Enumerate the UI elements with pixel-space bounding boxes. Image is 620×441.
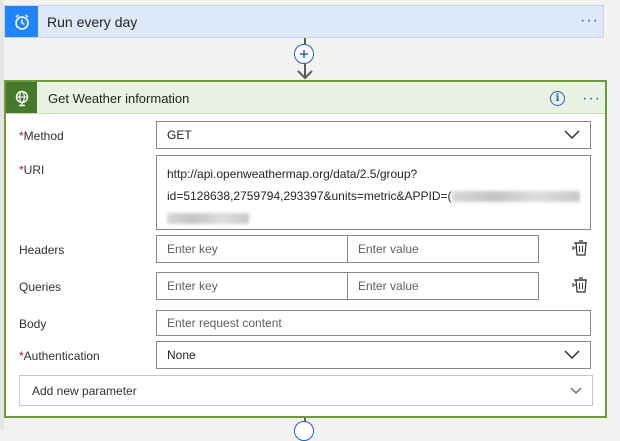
uri-input[interactable]: http://api.openweathermap.org/data/2.5/g… — [156, 155, 591, 230]
method-dropdown[interactable]: GET — [156, 121, 591, 149]
globe-icon — [6, 82, 37, 113]
action-card-header[interactable]: Get Weather information i ··· — [6, 82, 605, 114]
headers-value-input[interactable]: Enter value — [347, 235, 539, 263]
redacted-api-key — [451, 191, 580, 203]
method-value: GET — [167, 128, 192, 142]
delete-icon[interactable] — [572, 239, 588, 257]
ellipsis-icon[interactable]: ··· — [582, 91, 601, 107]
queries-label: Queries — [19, 280, 62, 294]
action-card: Get Weather information i ··· *Method GE… — [4, 80, 607, 418]
add-new-parameter-dropdown[interactable]: Add new parameter — [19, 375, 593, 406]
authentication-label: *Authentication — [19, 349, 100, 363]
arrow-down-icon — [297, 64, 313, 80]
trigger-card[interactable]: Run every day ··· — [4, 5, 604, 38]
authentication-dropdown[interactable]: None — [156, 341, 591, 369]
uri-line-1: http://api.openweathermap.org/data/2.5/g… — [167, 167, 418, 181]
authentication-value: None — [167, 348, 196, 362]
plus-icon[interactable] — [294, 44, 314, 64]
action-title: Get Weather information — [48, 91, 190, 106]
redacted-api-key-end — [167, 213, 249, 225]
delete-icon[interactable] — [572, 276, 588, 294]
chevron-down-icon — [570, 387, 582, 394]
body-label: Body — [19, 317, 47, 331]
chevron-down-icon — [564, 130, 580, 140]
trigger-title: Run every day — [47, 14, 138, 30]
queries-key-input[interactable]: Enter key — [156, 272, 348, 300]
plus-icon[interactable] — [294, 421, 314, 441]
ellipsis-icon[interactable]: ··· — [580, 13, 599, 29]
uri-label: *URI — [19, 163, 45, 177]
info-icon[interactable]: i — [550, 91, 565, 106]
chevron-down-icon — [564, 350, 580, 360]
method-label: *Method — [19, 129, 64, 143]
uri-line-2: id=5128638,2759794,293397&units=metric&A… — [167, 189, 452, 203]
headers-key-input[interactable]: Enter key — [156, 235, 348, 263]
queries-value-input[interactable]: Enter value — [347, 272, 539, 300]
body-input[interactable]: Enter request content — [156, 310, 591, 336]
headers-label: Headers — [19, 243, 65, 257]
alarm-clock-icon — [5, 6, 38, 37]
